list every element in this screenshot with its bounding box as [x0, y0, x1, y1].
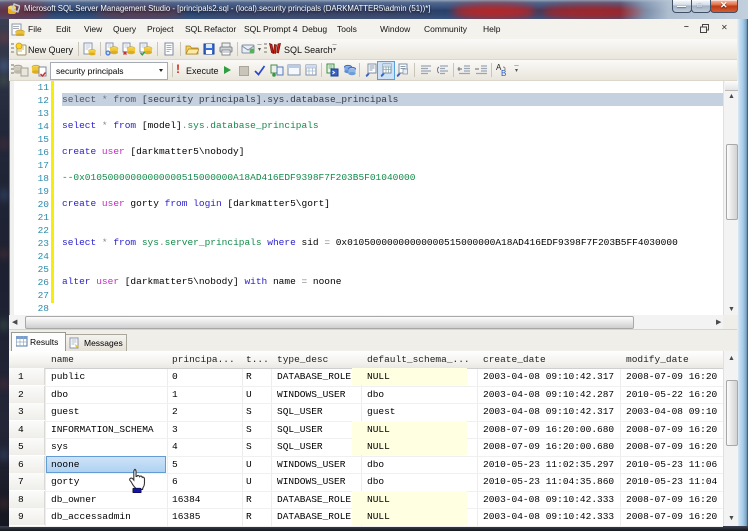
- svg-text:B: B: [501, 69, 506, 77]
